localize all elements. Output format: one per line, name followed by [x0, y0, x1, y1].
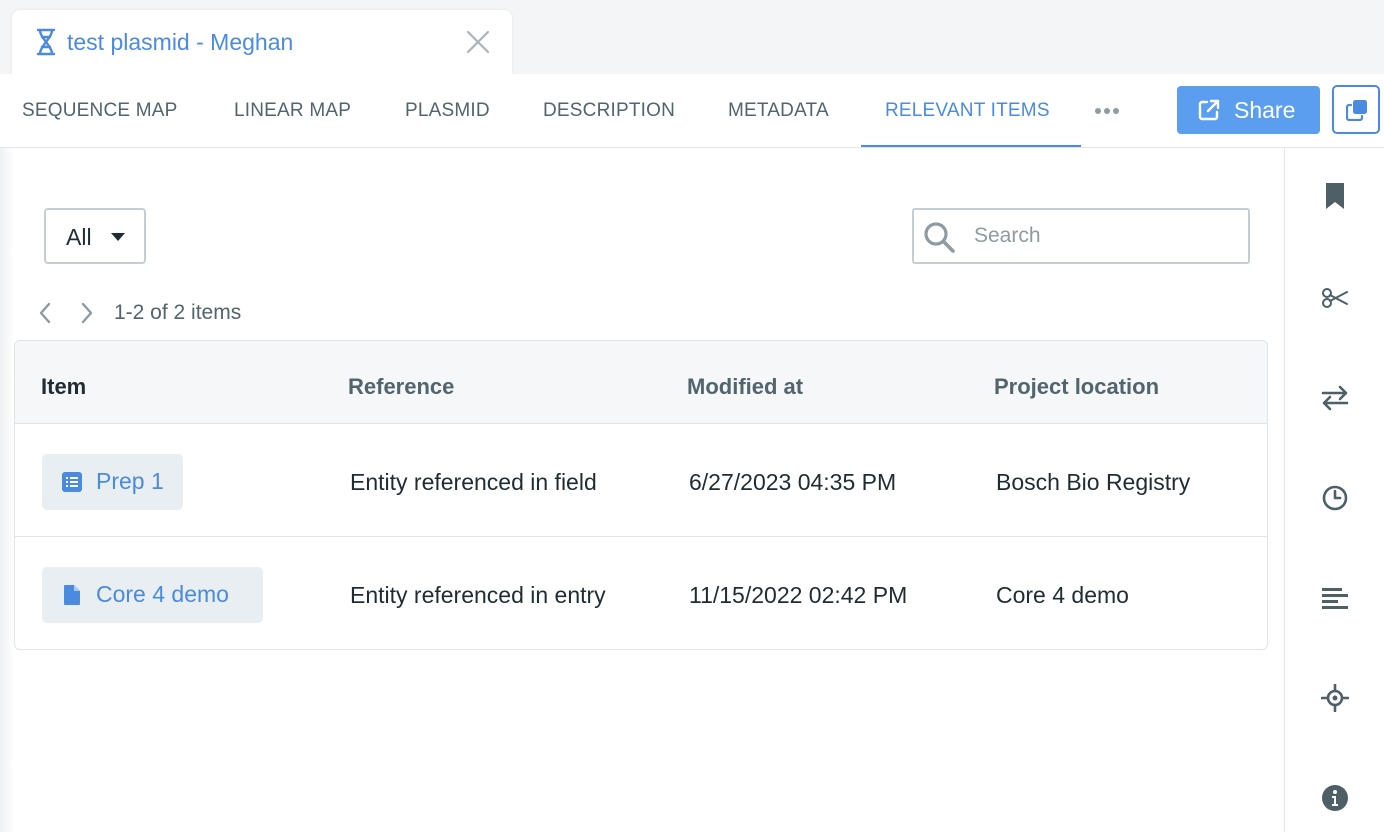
dna-icon — [36, 28, 56, 56]
bookmark-icon[interactable] — [1321, 182, 1349, 210]
view-tabs-bar: SEQUENCE MAP LINEAR MAP PLASMID DESCRIPT… — [0, 74, 1384, 148]
document-icon — [64, 585, 80, 605]
active-tab-indicator — [861, 145, 1081, 147]
document-tab[interactable]: test plasmid - Meghan — [12, 10, 512, 74]
search-icon — [924, 222, 955, 253]
item-type-filter-dropdown[interactable]: All — [44, 208, 146, 264]
tab-linear-map[interactable]: LINEAR MAP — [234, 100, 351, 122]
search-box — [912, 208, 1250, 264]
tab-plasmid[interactable]: PLASMID — [405, 100, 490, 122]
modified-at-cell: 6/27/2023 04:35 PM — [689, 469, 897, 495]
tab-description[interactable]: DESCRIPTION — [543, 100, 675, 122]
item-label: Prep 1 — [96, 468, 164, 494]
tab-relevant-items[interactable]: RELEVANT ITEMS — [885, 100, 1050, 122]
tab-metadata[interactable]: METADATA — [728, 100, 829, 122]
scissors-icon[interactable] — [1321, 284, 1349, 312]
duplicate-button[interactable] — [1332, 85, 1380, 134]
document-tab-title: test plasmid - Meghan — [67, 29, 294, 55]
align-left-icon[interactable] — [1321, 584, 1349, 612]
modified-at-cell: 11/15/2022 02:42 PM — [689, 582, 908, 608]
column-header-item[interactable]: Item — [41, 374, 86, 400]
reference-cell: Entity referenced in field — [350, 469, 597, 495]
next-page-icon[interactable] — [78, 301, 96, 325]
panel-edge-shadow — [0, 148, 14, 832]
clock-icon[interactable] — [1321, 484, 1349, 512]
swap-arrows-icon[interactable] — [1321, 384, 1349, 412]
search-input[interactable] — [974, 220, 1234, 252]
list-icon — [62, 472, 82, 492]
column-header-project-location[interactable]: Project location — [994, 374, 1159, 400]
right-tool-rail — [1284, 148, 1384, 832]
column-header-modified-at[interactable]: Modified at — [687, 374, 803, 400]
item-label: Core 4 demo — [96, 581, 229, 607]
copy-icon — [1346, 100, 1367, 121]
column-header-reference[interactable]: Reference — [348, 374, 454, 400]
external-link-icon — [1198, 99, 1220, 121]
project-location-cell: Core 4 demo — [996, 582, 1129, 608]
filter-selected-value: All — [66, 224, 92, 250]
item-link-prep-1[interactable]: Prep 1 — [42, 454, 183, 510]
share-button-label: Share — [1234, 97, 1296, 123]
table-row: Prep 1 Entity referenced in field 6/27/2… — [15, 424, 1267, 537]
share-button[interactable]: Share — [1177, 86, 1320, 134]
tab-sequence-map[interactable]: SEQUENCE MAP — [22, 100, 178, 122]
relevant-items-table: Item Reference Modified at Project locat… — [14, 340, 1268, 650]
document-tab-strip: test plasmid - Meghan — [0, 0, 1384, 74]
previous-page-icon[interactable] — [36, 301, 54, 325]
caret-down-icon — [111, 233, 125, 241]
item-link-core-4-demo[interactable]: Core 4 demo — [42, 567, 263, 623]
pagination-summary: 1-2 of 2 items — [114, 301, 242, 324]
close-icon[interactable] — [464, 28, 492, 56]
table-header: Item Reference Modified at Project locat… — [15, 341, 1267, 424]
more-horizontal-icon[interactable] — [1094, 106, 1120, 116]
project-location-cell: Bosch Bio Registry — [996, 469, 1191, 495]
reference-cell: Entity referenced in entry — [350, 582, 606, 608]
crosshair-icon[interactable] — [1321, 684, 1349, 712]
table-row: Core 4 demo Entity referenced in entry 1… — [15, 538, 1267, 649]
info-icon[interactable] — [1321, 784, 1349, 812]
